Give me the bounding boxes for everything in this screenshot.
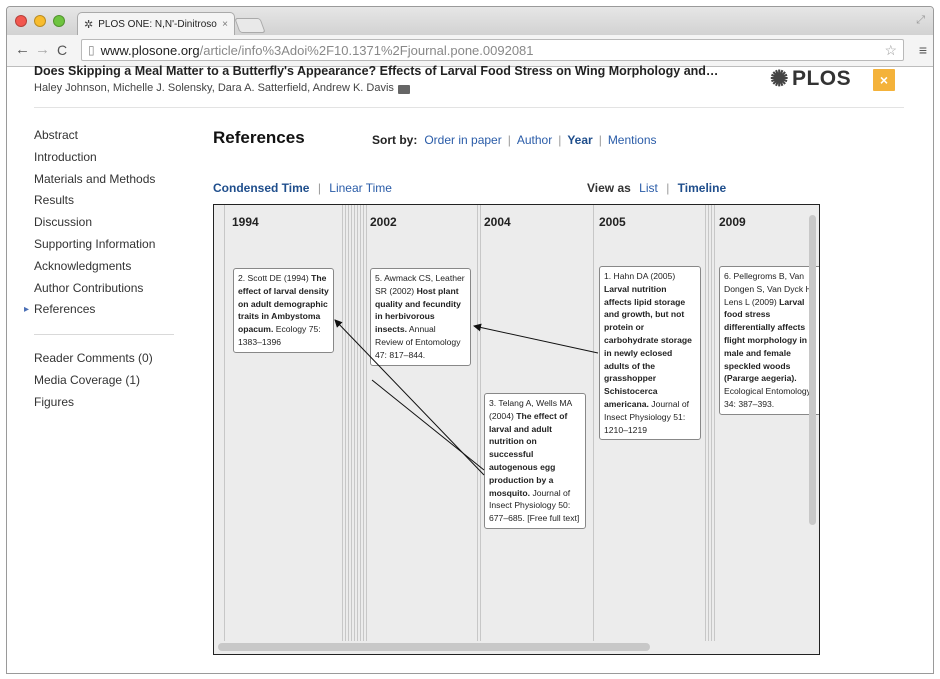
header-divider (34, 107, 904, 108)
reload-button[interactable]: C (57, 42, 67, 58)
plos-logo[interactable]: ✺ PLOS (770, 66, 851, 92)
close-article-button[interactable]: × (873, 69, 895, 91)
nav-materials-and-methods[interactable]: Materials and Methods (34, 172, 174, 194)
author-list: Haley Johnson, Michelle J. Solensky, Dar… (34, 82, 394, 94)
view-as-label: View as (587, 181, 631, 195)
citation-arrow (371, 379, 485, 471)
time-mode-toggle: Condensed Time | Linear Time (213, 181, 392, 195)
references-heading: References (213, 128, 305, 147)
sort-author[interactable]: Author (517, 133, 552, 147)
view-timeline-option[interactable]: Timeline (678, 181, 726, 195)
tab-title: PLOS ONE: N,N'-Dinitroso (98, 18, 217, 30)
view-as-toggle: View as List | Timeline (587, 181, 727, 195)
minimize-window-button[interactable] (34, 15, 46, 27)
nav-media-coverage[interactable]: Media Coverage (1) (34, 373, 174, 395)
vertical-scrollbar[interactable] (809, 215, 816, 525)
browser-tab[interactable]: ✲ PLOS ONE: N,N'-Dinitroso × (77, 12, 235, 35)
plos-sun-icon: ✺ (770, 66, 789, 91)
view-list-option[interactable]: List (639, 181, 658, 195)
page-icon: ▯ (88, 43, 95, 57)
references-timeline[interactable]: 1994 2002 2004 2005 2009 2. Scott DE (19… (213, 204, 820, 655)
nav-references[interactable]: References (24, 302, 174, 324)
browser-toolbar: ← → C ▯ www.plosone.org /article/info%3A… (7, 35, 933, 67)
sort-label: Sort by: (372, 133, 418, 147)
nav-supporting-information[interactable]: Supporting Information (34, 237, 174, 259)
sort-order-in-paper[interactable]: Order in paper (424, 133, 501, 147)
plos-favicon-icon: ✲ (84, 18, 94, 31)
linear-time-option[interactable]: Linear Time (329, 181, 392, 195)
url-path: /article/info%3Adoi%2F10.1371%2Fjournal.… (199, 42, 534, 58)
back-button[interactable]: ← (15, 41, 30, 58)
citation-arrows (334, 319, 599, 476)
tab-close-icon[interactable]: × (222, 19, 228, 30)
nav-figures[interactable]: Figures (34, 395, 174, 417)
forward-button[interactable]: → (35, 41, 50, 58)
zoom-window-button[interactable] (53, 15, 65, 27)
nav-abstract[interactable]: Abstract (34, 128, 174, 150)
nav-reader-comments[interactable]: Reader Comments (0) (34, 351, 174, 373)
close-window-button[interactable] (15, 15, 27, 27)
bookmark-star-icon[interactable]: ☆ (884, 42, 897, 59)
sort-year[interactable]: Year (567, 133, 592, 147)
nav-author-contributions[interactable]: Author Contributions (34, 281, 174, 303)
nav-divider (34, 334, 174, 336)
condensed-time-option[interactable]: Condensed Time (213, 181, 309, 195)
address-bar[interactable]: ▯ www.plosone.org /article/info%3Adoi%2F… (81, 39, 904, 61)
email-icon[interactable] (397, 84, 410, 94)
tab-strip: ✲ PLOS ONE: N,N'-Dinitroso × ⤢ (7, 7, 933, 35)
new-tab-button[interactable] (234, 18, 266, 33)
horizontal-scrollbar[interactable] (218, 643, 650, 651)
citation-arrow (473, 323, 599, 354)
browser-menu-icon[interactable]: ≡ (919, 42, 927, 58)
nav-results[interactable]: Results (34, 193, 174, 215)
url-host: www.plosone.org (100, 42, 200, 58)
nav-acknowledgments[interactable]: Acknowledgments (34, 259, 174, 281)
nav-discussion[interactable]: Discussion (34, 215, 174, 237)
fullscreen-icon[interactable]: ⤢ (916, 14, 925, 27)
sort-mentions[interactable]: Mentions (608, 133, 657, 147)
nav-introduction[interactable]: Introduction (34, 150, 174, 172)
article-navigation: Abstract Introduction Materials and Meth… (24, 128, 174, 417)
sort-bar: Sort by: Order in paper | Author | Year … (372, 133, 657, 147)
plos-logo-text: PLOS (791, 67, 852, 90)
